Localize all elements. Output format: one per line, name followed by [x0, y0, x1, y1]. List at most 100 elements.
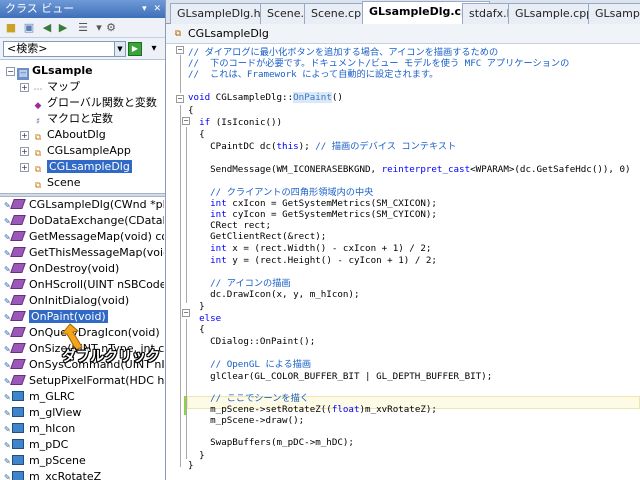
member-item[interactable]: ✎ OnInitDialog(void): [4, 293, 164, 309]
settings-icon[interactable]: ⚙: [104, 21, 118, 35]
outline-guide: [186, 319, 187, 459]
pencil-icon: ✎: [4, 201, 11, 210]
class-view-toolbar: ■ ▣ ◀ ▶ ☰ ▾ ⚙: [0, 18, 165, 38]
code-editor: GLsampleDlg.h Scene.h Scene.cpp GLsampleDlg…: [166, 0, 640, 480]
gutter: [166, 44, 186, 480]
member-label: m_xcRotateZ: [29, 470, 102, 480]
forward-icon[interactable]: ▶: [56, 21, 70, 35]
pencil-icon: ✎: [4, 345, 11, 354]
folder-icon[interactable]: ■: [4, 21, 18, 35]
class-view-panel: クラス ビュー ▾ ✕ ■ ▣ ◀ ▶ ☰ ▾ ⚙ <検索> ▼ ▶ ▾ − ▤…: [0, 0, 166, 480]
tree-item-globals[interactable]: ◆ グローバル関数と変数: [32, 95, 157, 111]
search-go-icon[interactable]: ▶: [128, 42, 142, 56]
member-item[interactable]: ✎ OnDestroy(void): [4, 261, 164, 277]
class-tree: − ▤ GLsample + ⋯ マップ ◆ グローバル関数と変数 ♯ マクロと定数 +…: [0, 60, 165, 193]
scope-label: CGLsampleDlg: [188, 27, 269, 40]
field-icon: [12, 391, 24, 401]
method-icon: [10, 327, 26, 337]
tab-glsampl[interactable]: GLsampl: [588, 3, 640, 24]
pencil-icon: ✎: [4, 361, 11, 370]
method-icon: [10, 295, 26, 305]
collapse-icon[interactable]: −: [176, 95, 184, 103]
collapse-icon[interactable]: −: [176, 46, 184, 54]
sort-icon[interactable]: ☰: [76, 21, 90, 35]
pencil-icon: ✎: [4, 473, 11, 480]
tree-item-caboutdlg[interactable]: ⧉ CAboutDlg: [32, 127, 106, 143]
member-label: m_hIcon: [29, 422, 76, 435]
method-icon: [10, 231, 26, 241]
expand-icon[interactable]: +: [20, 131, 29, 140]
member-item[interactable]: ✎ m_xcRotateZ: [4, 469, 164, 480]
collapse-icon[interactable]: −: [182, 117, 190, 125]
member-item[interactable]: ✎ GetThisMessageMap(void): [4, 245, 164, 261]
search-options-icon[interactable]: ▾: [146, 41, 162, 57]
member-item[interactable]: ✎ m_pScene: [4, 453, 164, 469]
code-line: dc.DrawIcon(x, y, m_hIcon);: [188, 289, 360, 300]
pencil-icon: ✎: [4, 393, 11, 402]
member-item[interactable]: ✎ m_hIcon: [4, 421, 164, 437]
method-icon: [10, 343, 26, 353]
member-item[interactable]: ✎ m_glView: [4, 405, 164, 421]
code-line: SendMessage(WM_ICONERASEBKGND, reinterpr…: [188, 164, 631, 175]
pencil-icon: ✎: [4, 409, 11, 418]
pencil-icon: ✎: [4, 265, 11, 274]
tree-item-maps[interactable]: ⋯ マップ: [32, 79, 81, 95]
member-label: CGLsampleDlg(CWnd *pParent: [29, 198, 164, 211]
pencil-icon: ✎: [4, 457, 11, 466]
scope-bar[interactable]: ⧉ CGLsampleDlg: [166, 24, 640, 44]
field-icon: [12, 407, 24, 417]
member-label: OnDestroy(void): [29, 262, 120, 275]
collapse-icon[interactable]: −: [182, 309, 190, 317]
member-label: OnInitDialog(void): [29, 294, 130, 307]
expand-icon[interactable]: +: [20, 163, 29, 172]
pencil-icon: ✎: [4, 233, 11, 242]
field-icon: [12, 455, 24, 465]
tree-item-cglsampledlg[interactable]: ⧉ CGLsampleDlg: [32, 159, 132, 175]
collapse-icon[interactable]: −: [6, 67, 15, 76]
code-area[interactable]: // ダイアログに最小化ボタンを追加する場合、アイコンを描画するための// 下の…: [166, 44, 640, 480]
member-item[interactable]: ✎ OnHScroll(UINT nSBCode, U: [4, 277, 164, 293]
back-icon[interactable]: ◀: [40, 21, 54, 35]
method-icon: [10, 375, 26, 385]
pencil-icon: ✎: [4, 249, 11, 258]
outline-guide: [180, 55, 181, 93]
document-tabs: GLsampleDlg.h Scene.h Scene.cpp GLsampleDlg…: [166, 0, 640, 25]
project-icon: ▤: [17, 68, 29, 80]
member-item[interactable]: ✎ m_pDC: [4, 437, 164, 453]
code-line: // これは、Framework によって自動的に設定されます。: [188, 69, 439, 80]
expand-icon[interactable]: +: [20, 83, 29, 92]
code-line: SwapBuffers(m_pDC->m_hDC);: [188, 437, 354, 448]
code-line: CPaintDC dc(this); // 描画のデバイス コンテキスト: [188, 141, 457, 152]
code-line: void CGLsampleDlg::OnPaint(): [188, 92, 343, 103]
member-item[interactable]: ✎ DoDataExchange(CDataExch: [4, 213, 164, 229]
tab-glsampledlg-h[interactable]: GLsampleDlg.h: [170, 3, 268, 24]
pencil-icon: ✎: [4, 313, 11, 322]
method-icon: [10, 279, 26, 289]
search-dropdown-icon[interactable]: ▼: [115, 41, 126, 57]
member-label: m_glView: [29, 406, 82, 419]
member-item[interactable]: ✎ GetMessageMap(void) const: [4, 229, 164, 245]
pencil-icon: ✎: [4, 297, 11, 306]
tree-item-cglsampleapp[interactable]: ⧉ CGLsampleApp: [32, 143, 131, 159]
tree-item-macros[interactable]: ♯ マクロと定数: [32, 111, 113, 127]
class-icon: ⧉: [34, 181, 42, 191]
expand-icon[interactable]: +: [20, 147, 29, 156]
method-icon: [10, 311, 26, 321]
member-item[interactable]: ✎ SetupPixelFormat(HDC hdc): [4, 373, 164, 389]
member-item[interactable]: ✎ m_GLRC: [4, 389, 164, 405]
search-input[interactable]: <検索>: [3, 41, 115, 57]
member-label: m_pScene: [29, 454, 86, 467]
pencil-icon: ✎: [4, 425, 11, 434]
pencil-icon: ✎: [4, 329, 11, 338]
panel-controls[interactable]: ▾ ✕: [142, 0, 163, 18]
outline-guide: [186, 127, 187, 303]
method-icon: [10, 247, 26, 257]
new-folder-icon[interactable]: ▣: [22, 21, 36, 35]
member-label: m_pDC: [29, 438, 69, 451]
member-label: GetMessageMap(void) const: [29, 230, 164, 243]
tab-glsample-cpp[interactable]: GLsample.cpp: [508, 3, 601, 24]
member-item[interactable]: ✎ CGLsampleDlg(CWnd *pParent: [4, 197, 164, 213]
tree-item-project[interactable]: ▤ GLsample: [17, 63, 93, 80]
member-label: m_GLRC: [29, 390, 75, 403]
tree-item-scene[interactable]: ⧉ Scene: [32, 175, 81, 191]
